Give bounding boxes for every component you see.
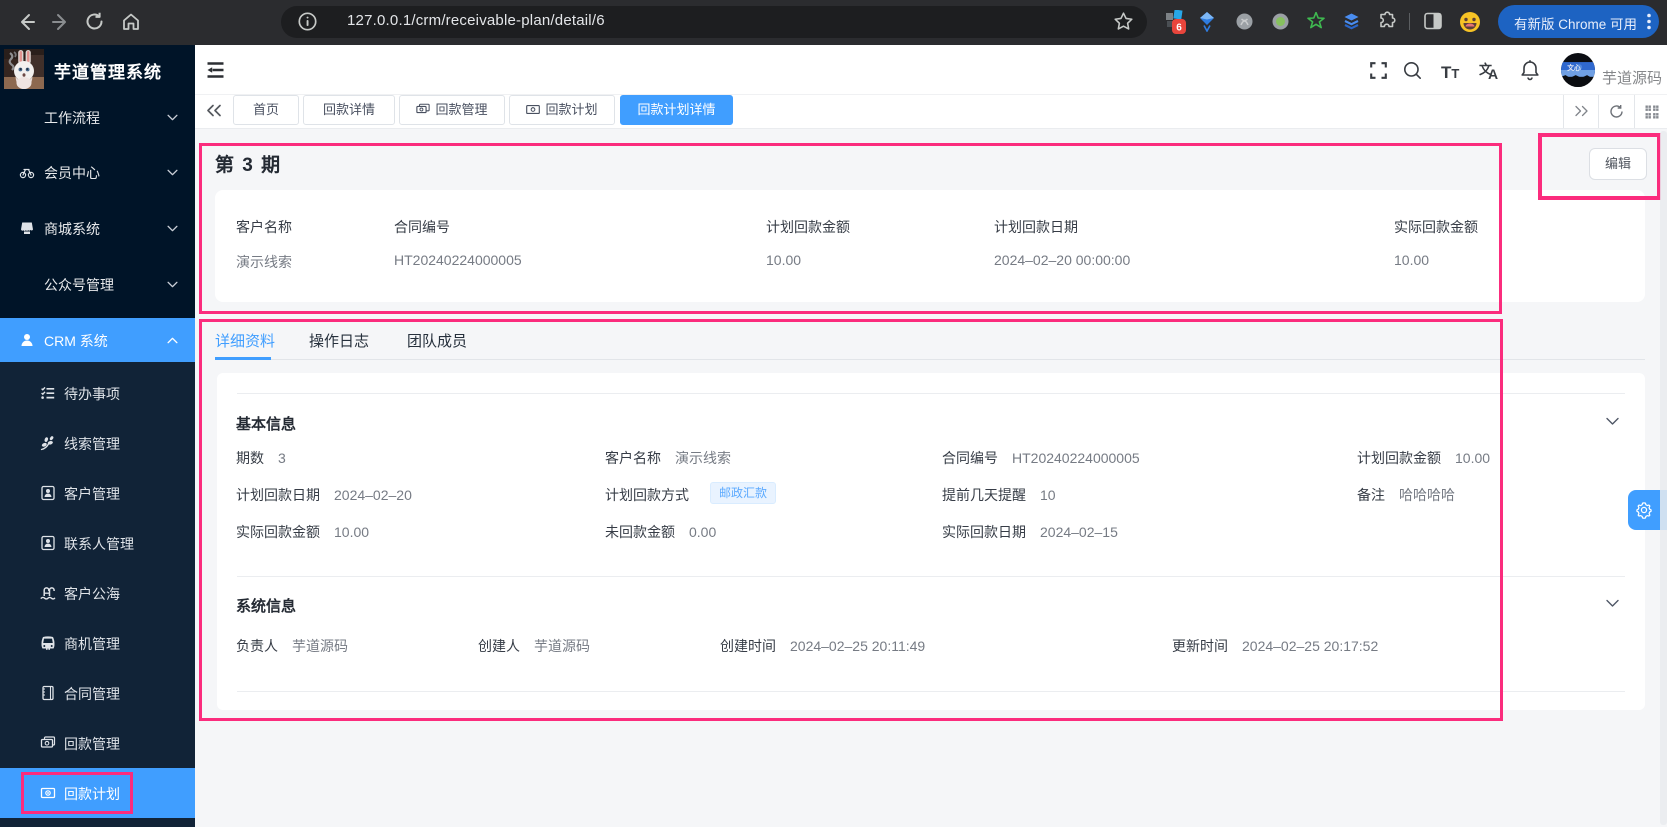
svg-text:6: 6 bbox=[1176, 23, 1182, 34]
svg-text:文心: 文心 bbox=[1566, 63, 1581, 72]
